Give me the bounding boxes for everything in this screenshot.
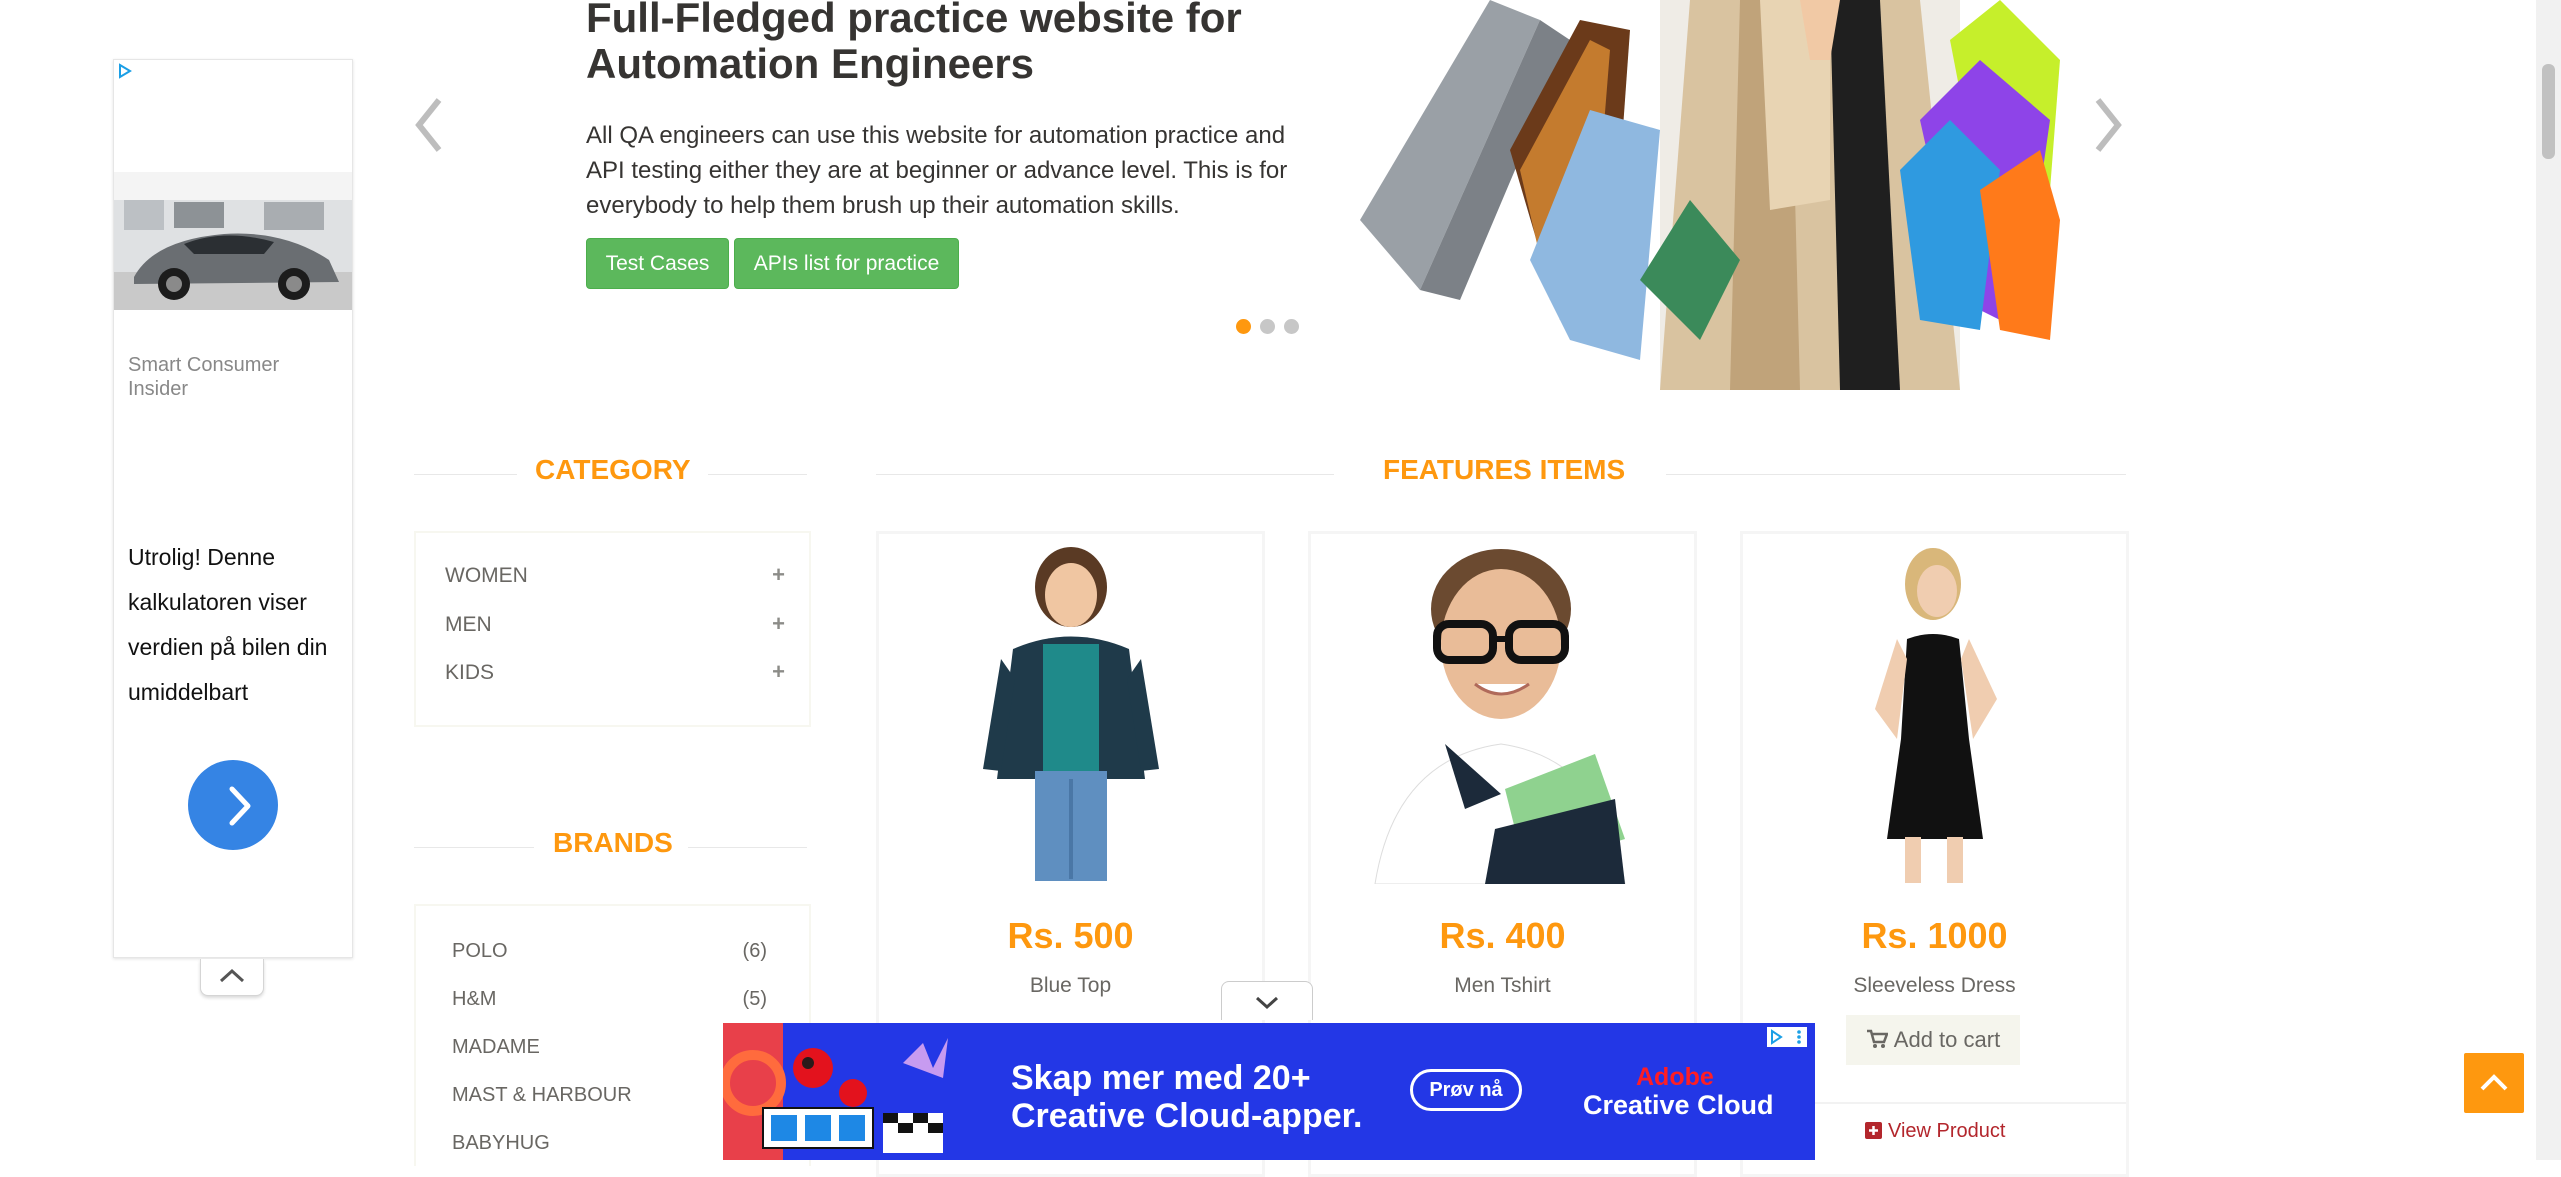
features-title: FEATURES ITEMS — [1383, 454, 1626, 485]
slide-title: Full-Fledged practice website for Automa… — [586, 0, 1242, 87]
bottom-advertisement[interactable]: Skap mer med 20+ Creative Cloud-apper. P… — [723, 1023, 1815, 1160]
plus-icon[interactable]: + — [772, 659, 785, 685]
features-title-line-left — [876, 474, 1334, 475]
ad-headline-line-1: Skap mer med 20+ — [1011, 1059, 1311, 1097]
test-cases-button[interactable]: Test Cases — [586, 238, 729, 289]
hero-shopping-girl-image — [1360, 0, 2060, 390]
slider-dot-1[interactable] — [1236, 319, 1251, 334]
category-panel: WOMEN + MEN + KIDS + — [414, 531, 811, 727]
ad-cta-button[interactable]: Prøv nå — [1410, 1069, 1522, 1111]
product-image-men-tshirt — [1315, 539, 1690, 884]
product-image-blue-top — [883, 539, 1258, 884]
ad-collapse-button[interactable] — [200, 959, 264, 996]
category-item-women[interactable]: WOMEN + — [445, 562, 785, 594]
plus-icon[interactable]: + — [772, 611, 785, 637]
plus-square-icon — [1865, 1122, 1882, 1139]
chevron-down-icon — [1255, 996, 1279, 1010]
chevron-up-icon — [219, 968, 245, 983]
product-name: Sleeveless Dress — [1853, 974, 2016, 997]
category-item-kids[interactable]: KIDS + — [445, 659, 785, 691]
ad-toggle-button[interactable] — [1221, 981, 1313, 1020]
brand-item-polo[interactable]: POLO (6) — [452, 940, 767, 970]
apis-list-button[interactable]: APIs list for practice — [734, 238, 959, 289]
brand-count: (5) — [742, 988, 767, 1010]
add-to-cart-button[interactable]: Add to cart — [1846, 1015, 2020, 1065]
ad-headline: Skap mer med 20+ Creative Cloud-apper. — [1011, 1059, 1362, 1135]
plus-icon[interactable]: + — [772, 562, 785, 588]
category-title: CATEGORY — [535, 454, 691, 485]
ad-next-button[interactable] — [188, 760, 278, 850]
slider-dot-2[interactable] — [1260, 319, 1275, 334]
brands-title-line-left — [414, 847, 534, 848]
brand-label: H&M — [452, 988, 497, 1010]
brand-item-hm[interactable]: H&M (5) — [452, 988, 767, 1018]
category-label: KIDS — [445, 661, 495, 684]
ad-brand-creative-cloud: Creative Cloud — [1583, 1090, 1774, 1120]
brand-label: MAST & HARBOUR — [452, 1084, 632, 1106]
brands-title: BRANDS — [553, 827, 673, 858]
features-title-line-right — [1666, 474, 2126, 475]
ad-artwork-image — [723, 1023, 948, 1160]
product-image-sleeveless-dress — [1747, 539, 2122, 884]
view-product-label: View Product — [1888, 1120, 2006, 1142]
scroll-to-top-button[interactable] — [2464, 1053, 2524, 1113]
ad-headline[interactable]: Utrolig! Denne kalkulatoren viser verdie… — [128, 535, 344, 715]
arrow-up-icon — [2480, 1074, 2508, 1091]
scrollbar-thumb[interactable] — [2542, 64, 2555, 159]
product-price: Rs. 500 — [1007, 915, 1134, 956]
category-title-line-right — [708, 474, 807, 475]
adchoices-icon[interactable] — [1767, 1027, 1807, 1047]
product-price: Rs. 1000 — [1861, 915, 2008, 956]
brand-item-mast-harbour[interactable]: MAST & HARBOUR — [452, 1084, 767, 1114]
add-to-cart-label: Add to cart — [1893, 1027, 2001, 1052]
car-image[interactable] — [114, 172, 352, 310]
ad-advertiser[interactable]: Smart Consumer Insider — [128, 353, 328, 401]
category-label: MEN — [445, 613, 492, 636]
slider-dot-3[interactable] — [1284, 319, 1299, 334]
view-product-link[interactable]: View Product — [1865, 1120, 2005, 1143]
brand-label: POLO — [452, 940, 508, 962]
slide-description: All QA engineers can use this website fo… — [586, 122, 1288, 219]
brand-count: (6) — [742, 940, 767, 962]
brands-title-line-right — [688, 847, 807, 848]
brand-label: MADAME — [452, 1036, 540, 1058]
slider-prev-arrow[interactable] — [405, 90, 455, 160]
product-name: Blue Top — [1029, 974, 1112, 997]
product-price: Rs. 400 — [1439, 915, 1566, 956]
brand-label: BABYHUG — [452, 1132, 550, 1154]
category-title-line-left — [414, 474, 517, 475]
shopping-cart-icon — [1866, 1029, 1889, 1048]
adchoices-icon[interactable] — [117, 63, 133, 79]
category-item-men[interactable]: MEN + — [445, 611, 785, 643]
page-scrollbar[interactable] — [2536, 0, 2561, 1160]
chevron-right-icon — [229, 786, 251, 826]
side-advertisement[interactable]: Smart Consumer Insider Utrolig! Denne ka… — [113, 59, 353, 958]
brand-item-madame[interactable]: MADAME — [452, 1036, 767, 1066]
ad-brand-adobe: Adobe — [1636, 1063, 1714, 1091]
category-label: WOMEN — [445, 564, 528, 587]
brand-item-babyhug[interactable]: BABYHUG — [452, 1132, 767, 1162]
product-name: Men Tshirt — [1454, 974, 1551, 997]
ad-headline-line-2: Creative Cloud-apper. — [1011, 1097, 1363, 1135]
